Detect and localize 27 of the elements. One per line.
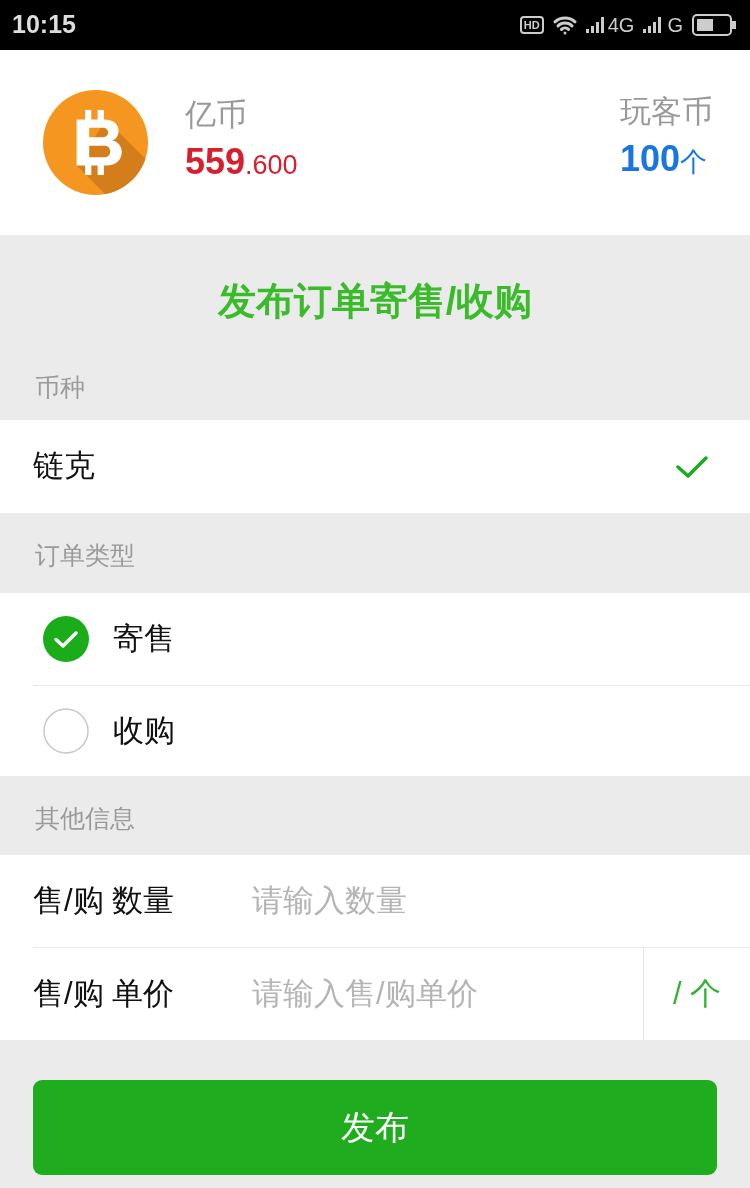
- radio-label[interactable]: 收购: [113, 707, 175, 755]
- balance-amount: 100个: [620, 138, 709, 181]
- form-row[interactable]: 售/购 数量 请输入数量: [0, 855, 750, 947]
- balance-label: 亿币: [185, 96, 248, 134]
- status-time: 10:15: [12, 9, 76, 41]
- coin-icon: [43, 90, 148, 195]
- radio-checked-icon[interactable]: [43, 616, 89, 662]
- hd-badge: HD: [519, 16, 544, 34]
- balance-label: 玩客币: [620, 93, 713, 131]
- battery-icon: [692, 14, 736, 36]
- signal-icon: [643, 17, 664, 33]
- field-label: 售/购 单价: [33, 974, 176, 1013]
- network-type: 4G: [607, 13, 635, 38]
- radio-label[interactable]: 寄售: [113, 615, 175, 663]
- balance-amount: 559.600: [185, 141, 298, 184]
- field-label: 售/购 数量: [33, 881, 176, 920]
- signal-icon: [585, 17, 606, 33]
- section-label: 订单类型: [35, 540, 135, 572]
- section-label: 其他信息: [35, 802, 135, 834]
- input-field[interactable]: 请输入售/购单价: [252, 948, 643, 1040]
- network-type: G: [667, 13, 683, 38]
- radio-unchecked-icon[interactable]: [43, 708, 89, 754]
- unit-label: / 个: [643, 948, 750, 1040]
- form-title: 发布订单寄售/收购: [217, 279, 533, 324]
- section-label: 币种: [35, 372, 85, 404]
- input-field[interactable]: 请输入数量: [252, 855, 750, 947]
- form-row[interactable]: 售/购 单价 请输入售/购单价 / 个: [0, 947, 750, 1040]
